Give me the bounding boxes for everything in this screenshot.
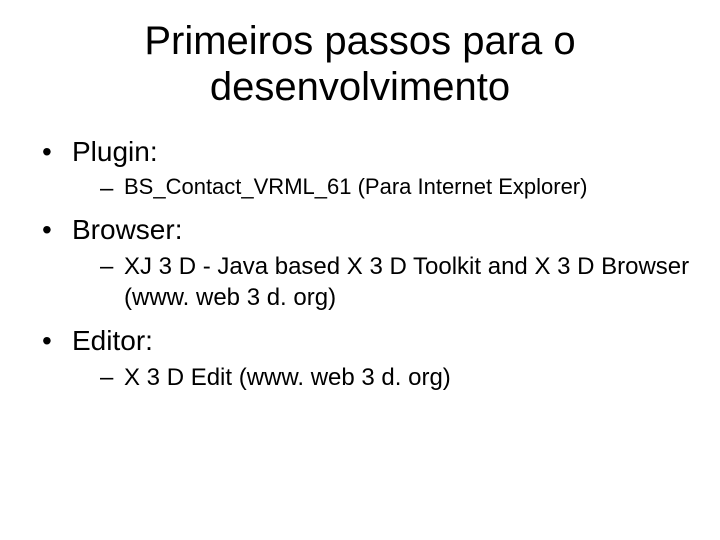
list-item-label: Plugin: — [72, 136, 158, 167]
bullet-list: Plugin: BS_Contact_VRML_61 (Para Interne… — [30, 134, 690, 393]
list-item-label: Editor: — [72, 325, 153, 356]
list-item-label: Browser: — [72, 214, 182, 245]
sub-list: BS_Contact_VRML_61 (Para Internet Explor… — [72, 173, 690, 202]
slide-title: Primeiros passos para o desenvolvimento — [30, 18, 690, 110]
sub-list-item: X 3 D Edit (www. web 3 d. org) — [100, 362, 690, 393]
list-item: Browser: XJ 3 D - Java based X 3 D Toolk… — [38, 212, 690, 313]
slide: Primeiros passos para o desenvolvimento … — [0, 0, 720, 540]
sub-list: XJ 3 D - Java based X 3 D Toolkit and X … — [72, 251, 690, 313]
sub-list-item: XJ 3 D - Java based X 3 D Toolkit and X … — [100, 251, 690, 313]
list-item: Editor: X 3 D Edit (www. web 3 d. org) — [38, 323, 690, 393]
list-item: Plugin: BS_Contact_VRML_61 (Para Interne… — [38, 134, 690, 202]
sub-list: X 3 D Edit (www. web 3 d. org) — [72, 362, 690, 393]
sub-list-item: BS_Contact_VRML_61 (Para Internet Explor… — [100, 173, 690, 202]
